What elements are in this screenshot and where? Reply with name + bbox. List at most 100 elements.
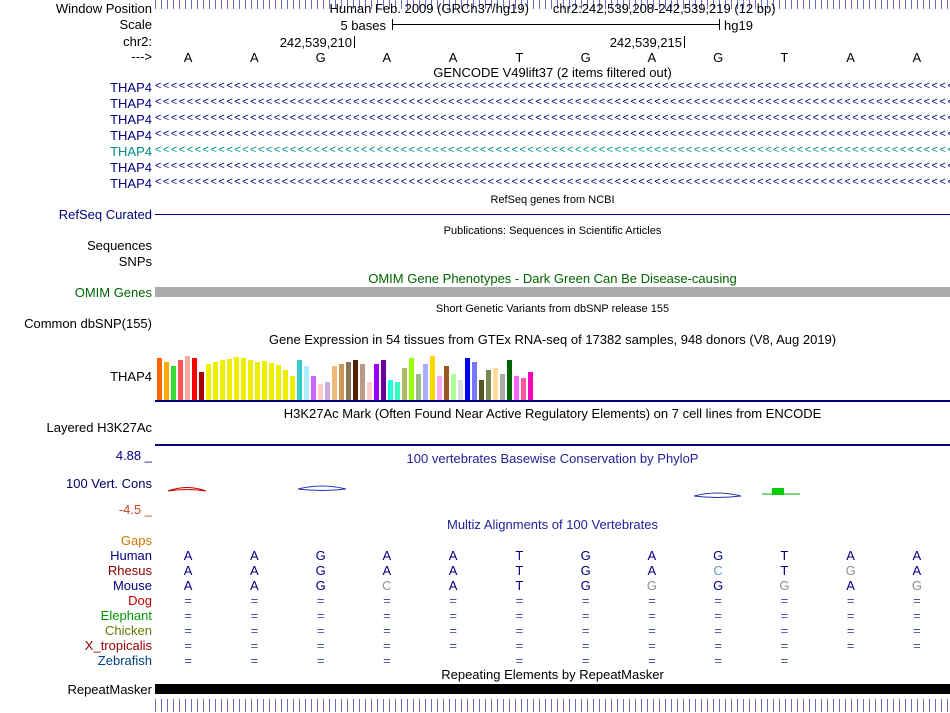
gtex-tissue-bar[interactable] (269, 363, 274, 400)
gtex-tissue-bar[interactable] (262, 361, 267, 400)
gtex-tissue-bar[interactable] (416, 374, 421, 400)
multiz-cell: = (714, 653, 722, 668)
gtex-tissue-bar[interactable] (430, 356, 435, 400)
gtex-tissue-bar[interactable] (178, 360, 183, 400)
gtex-tissue-bar[interactable] (311, 376, 316, 400)
track-label-100-vert-cons[interactable]: 100 Vert. Cons (0, 477, 152, 490)
track-label-sequences[interactable]: Sequences (0, 239, 152, 252)
gtex-tissue-bar[interactable] (423, 364, 428, 400)
track-label-common-dbsnp[interactable]: Common dbSNP(155) (0, 317, 152, 330)
gtex-tissue-bar[interactable] (220, 360, 225, 400)
multiz-cell: = (648, 638, 656, 653)
multiz-species-label[interactable]: Zebrafish (0, 653, 152, 668)
h3k27ac-track-line[interactable] (155, 444, 950, 446)
gencode-transcript-label[interactable]: THAP4 (0, 96, 152, 111)
gtex-tissue-bar[interactable] (500, 374, 505, 400)
gtex-tissue-bar[interactable] (507, 360, 512, 400)
gtex-tissue-bar[interactable] (451, 374, 456, 400)
gtex-tissue-bar[interactable] (339, 364, 344, 400)
conservation-plot[interactable] (155, 448, 950, 518)
multiz-cell: = (250, 653, 259, 668)
gtex-tissue-bar[interactable] (332, 366, 337, 400)
track-label-repeatmasker[interactable]: RepeatMasker (0, 683, 152, 696)
gencode-transcript-arrows[interactable]: <<<<<<<<<<<<<<<<<<<<<<<<<<<<<<<<<<<<<<<<… (155, 144, 950, 158)
gencode-transcript-label[interactable]: THAP4 (0, 176, 152, 191)
gtex-tissue-bar[interactable] (465, 358, 470, 400)
gtex-tissue-bar[interactable] (206, 364, 211, 400)
gtex-tissue-bar[interactable] (213, 362, 218, 400)
gtex-tissue-bar[interactable] (360, 364, 365, 400)
multiz-species-label[interactable]: Mouse (0, 578, 152, 593)
gtex-tissue-bar[interactable] (283, 370, 288, 400)
gtex-tissue-bar[interactable] (367, 382, 372, 400)
conservation-red-arc (167, 487, 207, 492)
gtex-tissue-bar[interactable] (297, 360, 302, 400)
multiz-cell: = (383, 653, 391, 668)
gtex-tissue-bar[interactable] (374, 364, 379, 400)
multiz-species-label[interactable]: X_tropicalis (0, 638, 152, 653)
gencode-transcript-label[interactable]: THAP4 (0, 112, 152, 127)
track-label-snps[interactable]: SNPs (0, 255, 152, 268)
gtex-tissue-bar[interactable] (486, 370, 491, 400)
gtex-tissue-bar[interactable] (514, 376, 519, 400)
gtex-tissue-bar[interactable] (444, 366, 449, 400)
gtex-tissue-bar[interactable] (458, 380, 463, 400)
gtex-tissue-bar[interactable] (381, 360, 386, 400)
gtex-tissue-bar[interactable] (437, 376, 442, 400)
gencode-transcript-arrows[interactable]: <<<<<<<<<<<<<<<<<<<<<<<<<<<<<<<<<<<<<<<<… (155, 80, 950, 94)
multiz-species-label[interactable]: Elephant (0, 608, 152, 623)
refseq-track-line[interactable] (155, 214, 950, 215)
track-label-gtex-thap4[interactable]: THAP4 (0, 370, 152, 383)
gtex-tissue-bar[interactable] (402, 368, 407, 400)
gtex-tissue-bar[interactable] (304, 366, 309, 400)
gencode-transcript-label[interactable]: THAP4 (0, 144, 152, 159)
gtex-tissue-bar[interactable] (171, 366, 176, 400)
track-label-gaps[interactable]: Gaps (0, 534, 152, 547)
gencode-transcript-arrows[interactable]: <<<<<<<<<<<<<<<<<<<<<<<<<<<<<<<<<<<<<<<<… (155, 176, 950, 190)
gencode-transcript-label[interactable]: THAP4 (0, 80, 152, 95)
gencode-transcript-arrows[interactable]: <<<<<<<<<<<<<<<<<<<<<<<<<<<<<<<<<<<<<<<<… (155, 128, 950, 142)
gtex-tissue-bar[interactable] (192, 358, 197, 400)
gtex-tissue-bar[interactable] (318, 384, 323, 400)
multiz-species-label[interactable]: Human (0, 548, 152, 563)
gtex-tissue-bar[interactable] (276, 365, 281, 400)
track-label-h3k27ac[interactable]: Layered H3K27Ac (0, 421, 152, 434)
gtex-tissue-bar[interactable] (199, 372, 204, 400)
multiz-cell: A (448, 563, 458, 578)
gencode-transcript-arrows[interactable]: <<<<<<<<<<<<<<<<<<<<<<<<<<<<<<<<<<<<<<<<… (155, 96, 950, 110)
gtex-tissue-bar[interactable] (234, 357, 239, 400)
gtex-tissue-bar[interactable] (472, 362, 477, 400)
gtex-tissue-bar[interactable] (395, 382, 400, 400)
gtex-tissue-bar[interactable] (325, 382, 330, 400)
omim-track-bar[interactable] (155, 287, 950, 297)
gtex-baseline (155, 400, 950, 402)
gtex-tissue-bar[interactable] (227, 359, 232, 400)
gtex-tissue-bar[interactable] (157, 358, 162, 400)
gencode-transcript-arrows[interactable]: <<<<<<<<<<<<<<<<<<<<<<<<<<<<<<<<<<<<<<<<… (155, 112, 950, 126)
multiz-species-label[interactable]: Dog (0, 593, 152, 608)
repeatmasker-track-bar[interactable] (155, 684, 950, 694)
gtex-tissue-bar[interactable] (346, 362, 351, 400)
gtex-tissue-bar[interactable] (255, 362, 260, 400)
gencode-transcript-label[interactable]: THAP4 (0, 128, 152, 143)
gtex-tissue-bar[interactable] (164, 362, 169, 400)
gtex-tissue-bar[interactable] (388, 380, 393, 400)
gtex-tissue-bar[interactable] (409, 358, 414, 400)
gtex-tissue-bar[interactable] (493, 368, 498, 400)
gtex-tissue-bar[interactable] (479, 380, 484, 400)
track-label-refseq-curated[interactable]: RefSeq Curated (0, 208, 152, 221)
gtex-tissue-bar[interactable] (185, 356, 190, 400)
publications-note: Publications: Sequences in Scientific Ar… (443, 225, 662, 237)
multiz-species-label[interactable]: Chicken (0, 623, 152, 638)
multiz-cell: = (913, 593, 921, 608)
track-label-omim-genes[interactable]: OMIM Genes (0, 286, 152, 299)
gtex-tissue-bar[interactable] (290, 376, 295, 400)
gtex-tissue-bar[interactable] (241, 358, 246, 400)
multiz-species-label[interactable]: Rhesus (0, 563, 152, 578)
gtex-tissue-bar[interactable] (353, 360, 358, 400)
gencode-transcript-arrows[interactable]: <<<<<<<<<<<<<<<<<<<<<<<<<<<<<<<<<<<<<<<<… (155, 160, 950, 174)
gtex-tissue-bar[interactable] (248, 360, 253, 400)
gtex-tissue-bar[interactable] (528, 372, 533, 400)
gencode-transcript-label[interactable]: THAP4 (0, 160, 152, 175)
gtex-tissue-bar[interactable] (521, 378, 526, 400)
